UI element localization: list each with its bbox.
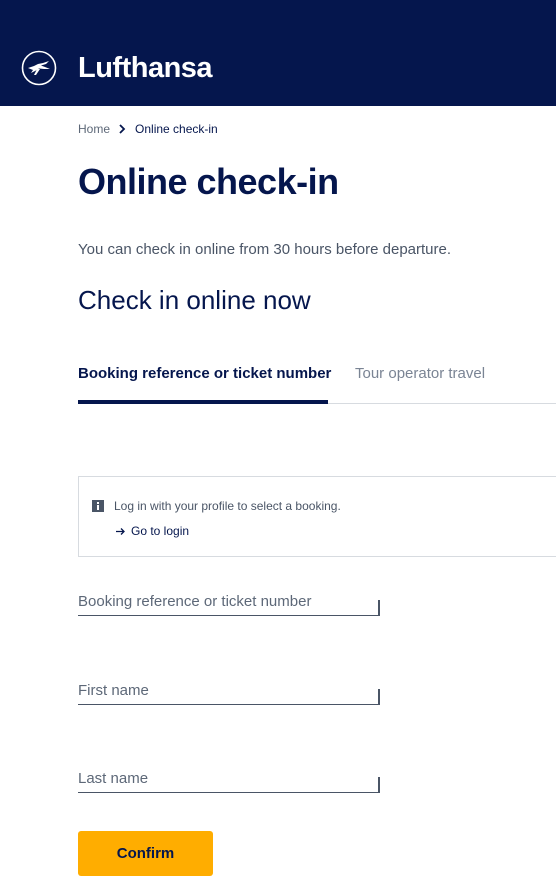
login-notice-message: Log in with your profile to select a boo… <box>114 499 341 513</box>
site-header: Lufthansa <box>0 0 556 106</box>
login-notice: Log in with your profile to select a boo… <box>78 476 556 557</box>
confirm-button[interactable]: Confirm <box>78 831 213 876</box>
tab-booking-reference[interactable]: Booking reference or ticket number <box>78 360 331 404</box>
tab-tour-operator-travel[interactable]: Tour operator travel <box>355 360 485 400</box>
chevron-right-icon <box>119 124 126 134</box>
last-name-field <box>78 766 380 793</box>
booking-reference-field <box>78 589 380 616</box>
info-icon <box>92 500 104 512</box>
arrow-right-icon <box>116 527 125 535</box>
breadcrumb-current: Online check-in <box>135 122 218 136</box>
crane-logo-icon[interactable] <box>21 50 57 86</box>
first-name-input[interactable] <box>78 678 368 702</box>
last-name-input[interactable] <box>78 766 368 790</box>
booking-reference-input[interactable] <box>78 589 368 613</box>
brand-logo-text[interactable]: Lufthansa <box>78 51 213 85</box>
checkin-info-text: You can check in online from 30 hours be… <box>78 241 452 258</box>
breadcrumb: Home Online check-in <box>78 121 218 137</box>
section-title: Check in online now <box>78 285 311 315</box>
go-to-login-label: Go to login <box>131 524 190 538</box>
page-title: Online check-in <box>78 161 339 202</box>
first-name-field <box>78 678 380 705</box>
checkin-tabs: Booking reference or ticket number Tour … <box>78 360 556 404</box>
breadcrumb-home-link[interactable]: Home <box>78 121 110 137</box>
go-to-login-link[interactable]: Go to login <box>116 523 189 539</box>
